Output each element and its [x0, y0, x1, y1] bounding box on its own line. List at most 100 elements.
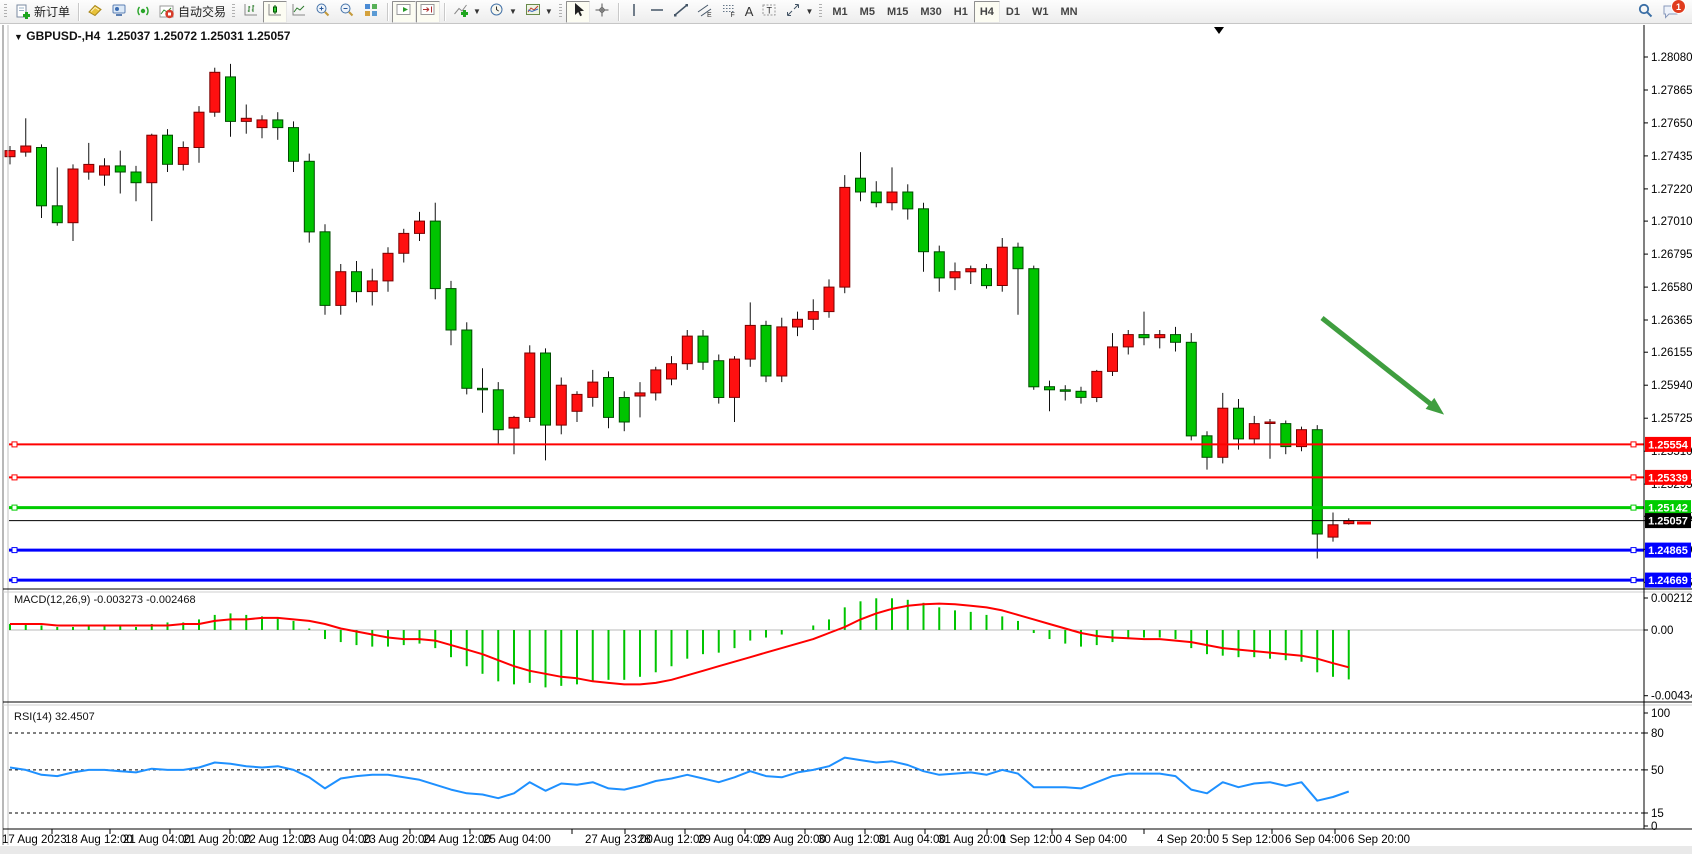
- candle-body: [698, 336, 708, 362]
- time-axis-label: 31 Aug 20:00: [938, 834, 1006, 846]
- window-bottom-strip: [0, 846, 1692, 854]
- candle-body: [1123, 335, 1133, 347]
- candle-body: [651, 370, 661, 393]
- price-tick-label: 1.27010: [1651, 216, 1692, 228]
- candle-body: [808, 312, 818, 320]
- candle-body: [273, 120, 283, 128]
- candle-body: [761, 325, 771, 376]
- line-handle[interactable]: [12, 505, 17, 510]
- zoom-in-button[interactable]: [311, 1, 335, 23]
- line-handle[interactable]: [1631, 442, 1636, 447]
- candlestick-chart-button[interactable]: [263, 1, 287, 23]
- timeframe-button-MN[interactable]: MN: [1054, 1, 1083, 23]
- line-handle[interactable]: [12, 442, 17, 447]
- equidistant-channel-icon: E: [697, 2, 713, 21]
- new-order-button[interactable]: 新订单: [11, 1, 74, 23]
- indicators-button[interactable]: ▼: [449, 1, 485, 23]
- candle-body: [1328, 525, 1338, 537]
- zoom-out-button[interactable]: [335, 1, 359, 23]
- price-tick-label: 1.27220: [1651, 184, 1692, 196]
- line-handle[interactable]: [12, 548, 17, 553]
- time-axis-label: 22 Aug 12:00: [243, 834, 311, 846]
- chevron-down-icon[interactable]: ▼: [509, 7, 517, 16]
- equidistant-channel-button[interactable]: E: [693, 1, 717, 23]
- candle-body: [950, 272, 960, 278]
- toolbar-grip[interactable]: [559, 4, 562, 19]
- timeframe-button-M1[interactable]: M1: [826, 1, 853, 23]
- text-tool-button[interactable]: A: [741, 1, 758, 23]
- chevron-down-icon[interactable]: ▼: [805, 7, 813, 16]
- candle-body: [52, 206, 62, 223]
- time-axis-label: 1 Sep 12:00: [1000, 834, 1062, 846]
- time-axis-label: 21 Aug 04:00: [123, 834, 191, 846]
- indicators-icon: [453, 2, 469, 21]
- crosshair-button[interactable]: [590, 1, 614, 23]
- candle-body: [37, 148, 47, 206]
- line-chart-button[interactable]: [287, 1, 311, 23]
- candle-body: [541, 353, 551, 425]
- line-handle[interactable]: [12, 475, 17, 480]
- candle-body: [1060, 390, 1070, 392]
- trendline-button[interactable]: [669, 1, 693, 23]
- chart-canvas[interactable]: 1.280801.278651.276501.274351.272201.270…: [0, 24, 1692, 854]
- timeframe-button-H1[interactable]: H1: [948, 1, 974, 23]
- timeframe-button-D1[interactable]: D1: [1000, 1, 1026, 23]
- auto-scroll-button[interactable]: [392, 1, 416, 23]
- price-level-badge-value: 1.25142: [1648, 503, 1688, 515]
- horizontal-line-icon: [649, 2, 665, 21]
- time-axis-label: 24 Aug 12:00: [423, 834, 491, 846]
- candle-body: [430, 221, 440, 289]
- text-label-icon: T: [761, 2, 777, 21]
- symbol-dropdown-icon[interactable]: ▼: [14, 32, 23, 42]
- templates-button[interactable]: ▼: [521, 1, 557, 23]
- search-button[interactable]: [1633, 1, 1658, 23]
- chart-area[interactable]: 1.280801.278651.276501.274351.272201.270…: [0, 24, 1692, 854]
- chevron-down-icon[interactable]: ▼: [545, 7, 553, 16]
- candle-body: [399, 233, 409, 253]
- timeframe-button-M5[interactable]: M5: [854, 1, 881, 23]
- candle-body: [462, 330, 472, 388]
- arrows-tool-button[interactable]: ▼: [781, 1, 817, 23]
- timeframe-button-H4[interactable]: H4: [974, 1, 1000, 23]
- candle-body: [997, 247, 1007, 285]
- timeframe-button-M15[interactable]: M15: [881, 1, 914, 23]
- terminal-button[interactable]: [107, 1, 131, 23]
- line-handle[interactable]: [1631, 548, 1636, 553]
- tile-windows-button[interactable]: [359, 1, 383, 23]
- auto-trading-icon: [159, 4, 175, 20]
- chevron-down-icon[interactable]: ▼: [473, 7, 481, 16]
- candle-body: [163, 135, 173, 164]
- signals-icon: [135, 2, 151, 21]
- notifications-button[interactable]: 1: [1658, 1, 1684, 23]
- candle-body: [304, 161, 314, 232]
- signals-button[interactable]: [131, 1, 155, 23]
- candlestick-icon: [267, 2, 283, 21]
- separator: [444, 3, 445, 21]
- chart-shift-button[interactable]: [416, 1, 440, 23]
- vertical-line-button[interactable]: [623, 1, 645, 23]
- line-handle[interactable]: [1631, 578, 1636, 583]
- time-axis-label: 31 Aug 04:00: [878, 834, 946, 846]
- auto-trading-button[interactable]: 自动交易: [155, 1, 230, 23]
- timeframe-button-M30[interactable]: M30: [914, 1, 947, 23]
- price-tick-label: 1.25725: [1651, 413, 1692, 425]
- text-label-button[interactable]: T: [757, 1, 781, 23]
- toolbar-grip[interactable]: [4, 4, 7, 19]
- candle-body: [68, 169, 78, 223]
- time-axis-label: 29 Aug 20:00: [758, 834, 826, 846]
- line-handle[interactable]: [1631, 475, 1636, 480]
- fibonacci-button[interactable]: F: [717, 1, 741, 23]
- timeframe-button-W1[interactable]: W1: [1026, 1, 1055, 23]
- line-handle[interactable]: [1631, 505, 1636, 510]
- periods-button[interactable]: ▼: [485, 1, 521, 23]
- candle-body: [1265, 422, 1275, 424]
- toolbar-grip[interactable]: [819, 4, 822, 19]
- line-handle[interactable]: [12, 578, 17, 583]
- market-watch-button[interactable]: [83, 1, 107, 23]
- bar-chart-button[interactable]: [239, 1, 263, 23]
- cursor-button[interactable]: [566, 1, 590, 23]
- horizontal-line-button[interactable]: [645, 1, 669, 23]
- toolbar-grip[interactable]: [232, 4, 235, 19]
- candle-body: [493, 390, 503, 430]
- candle-body: [478, 388, 488, 390]
